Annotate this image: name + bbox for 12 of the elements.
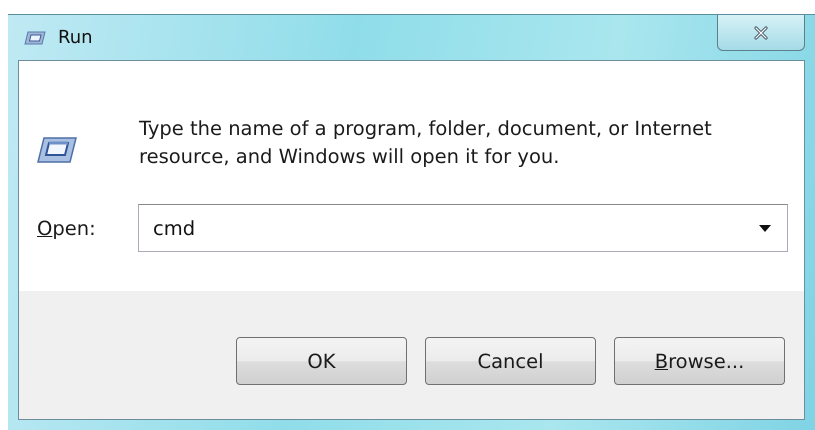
close-icon (753, 26, 769, 40)
open-combo-box[interactable]: cmd (138, 204, 788, 252)
run-icon (24, 30, 46, 44)
run-icon (37, 137, 77, 163)
window-title: Run (58, 27, 93, 48)
dropdown-arrow-icon (759, 224, 771, 232)
browse-button[interactable]: Browse... (614, 337, 785, 385)
instruction-text: Type the name of a program, folder, document, or Internet resource, and Windows will open it for you. (139, 116, 713, 170)
open-label: Open: (37, 216, 97, 240)
close-button[interactable] (717, 15, 805, 51)
cancel-button[interactable]: Cancel (425, 337, 596, 385)
ok-button[interactable]: OK (236, 337, 407, 385)
